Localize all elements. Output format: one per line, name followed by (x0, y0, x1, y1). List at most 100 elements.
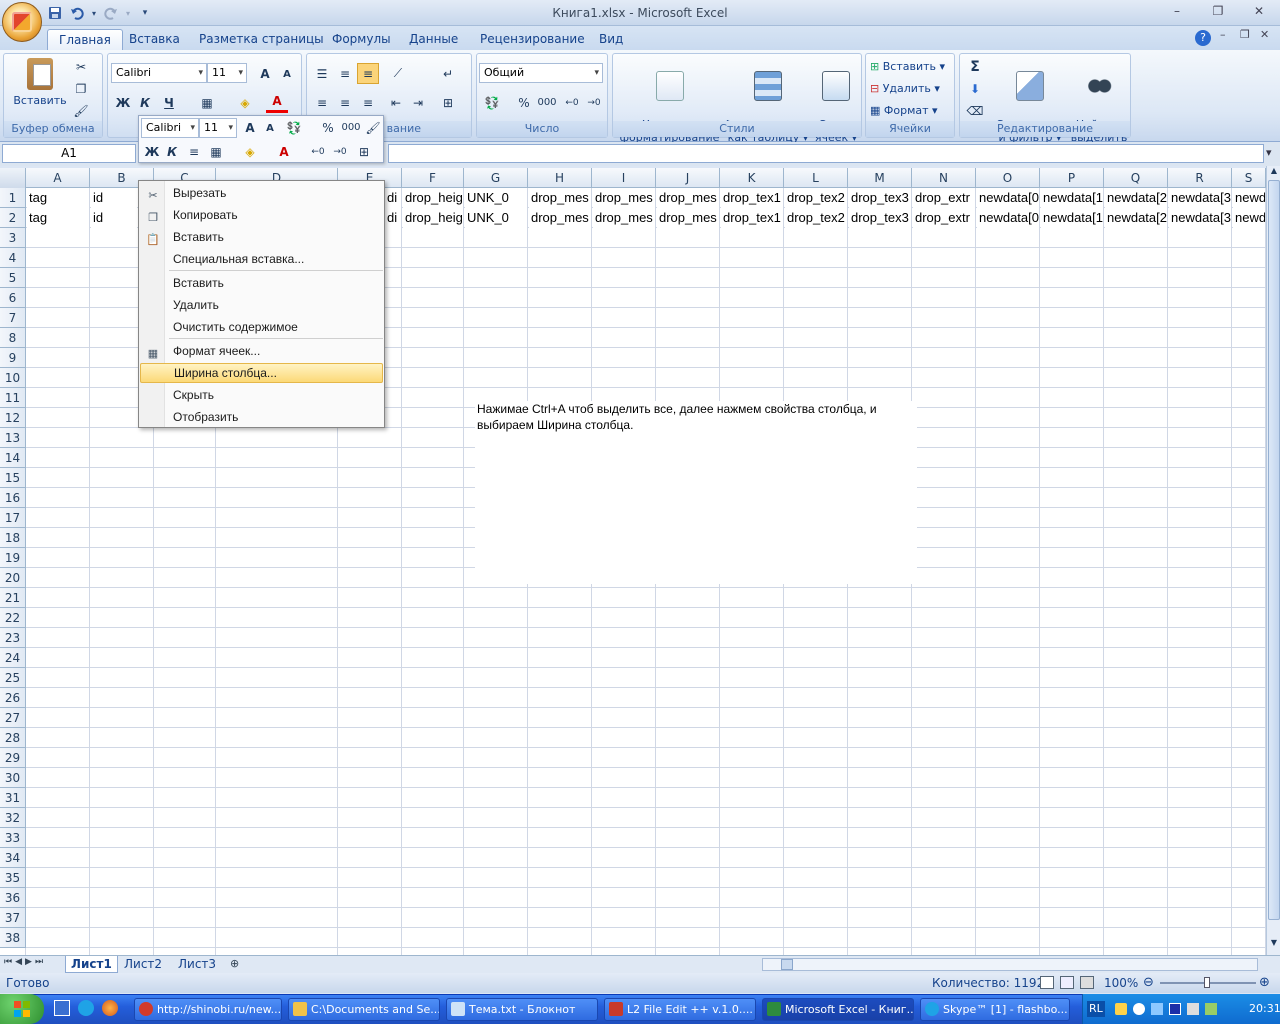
row-header[interactable]: 15 (0, 468, 26, 488)
taskbar-item-explorer[interactable]: C:\Documents and Se... (288, 998, 440, 1021)
scroll-down-icon[interactable]: ▼ (1268, 938, 1280, 952)
menu-item-paste-special[interactable]: Специальная вставка... (140, 249, 383, 269)
undo-dropdown-icon[interactable]: ▾ (90, 5, 98, 21)
quicklaunch-desktop-icon[interactable] (54, 1000, 70, 1016)
format-painter-icon[interactable]: 🖌 (70, 100, 92, 121)
page-layout-view-icon[interactable] (1060, 976, 1074, 989)
column-header[interactable]: F (402, 168, 464, 188)
menu-item-insert[interactable]: Вставить (140, 273, 383, 293)
column-header[interactable]: G (464, 168, 528, 188)
row-header[interactable]: 28 (0, 728, 26, 748)
cell-G2[interactable]: UNK_0 (465, 208, 527, 228)
align-center-icon[interactable]: ≡ (334, 92, 356, 113)
zoom-thumb[interactable] (1204, 977, 1210, 988)
menu-item-paste[interactable]: 📋 Вставить (140, 227, 383, 247)
row-header[interactable]: 12 (0, 408, 26, 428)
column-header[interactable]: K (720, 168, 784, 188)
taskbar-item-browser[interactable]: http://shinobi.ru/new... (134, 998, 282, 1021)
row-header[interactable]: 29 (0, 748, 26, 768)
ribbon-restore-icon[interactable]: ❐ (1240, 28, 1250, 41)
zoom-out-icon[interactable]: ⊖ (1143, 973, 1154, 993)
autosum-button[interactable]: Σ (964, 56, 986, 77)
row-header[interactable]: 31 (0, 788, 26, 808)
mini-center-icon[interactable]: ≡ (183, 141, 205, 162)
tray-app-icon[interactable] (1115, 1003, 1127, 1015)
font-color-button[interactable]: A (266, 92, 288, 113)
row-header[interactable]: 9 (0, 348, 26, 368)
column-header[interactable]: J (656, 168, 720, 188)
cell-H2[interactable]: drop_mes (529, 208, 591, 228)
mini-grow-font-icon[interactable]: A (239, 117, 261, 138)
row-header[interactable]: 19 (0, 548, 26, 568)
row-header[interactable]: 26 (0, 688, 26, 708)
fill-icon[interactable]: ⬇ (964, 78, 986, 99)
menu-item-column-width[interactable]: Ширина столбца... (140, 363, 383, 383)
cell-F2[interactable]: drop_heig (403, 208, 463, 228)
cell-E2[interactable]: di (385, 208, 401, 228)
cell-J2[interactable]: drop_mes (657, 208, 719, 228)
cell-S2[interactable]: newd (1233, 208, 1265, 228)
cell-M1[interactable]: drop_tex3 (849, 188, 911, 208)
row-header[interactable]: 10 (0, 368, 26, 388)
row-header[interactable]: 13 (0, 428, 26, 448)
row-header[interactable]: 8 (0, 328, 26, 348)
zoom-in-icon[interactable]: ⊕ (1259, 973, 1270, 993)
mini-accounting-icon[interactable]: 💱 (283, 117, 305, 138)
column-header[interactable]: L (784, 168, 848, 188)
ribbon-minimize-icon[interactable]: – (1220, 28, 1226, 41)
increase-indent-icon[interactable]: ⇥ (407, 92, 429, 113)
tab-review[interactable]: Рецензирование (469, 29, 596, 50)
row-header[interactable]: 20 (0, 568, 26, 588)
row-header[interactable]: 36 (0, 888, 26, 908)
redo-icon[interactable] (102, 5, 120, 21)
mini-merge-icon[interactable]: ⊞ (353, 141, 375, 162)
delete-cells-button[interactable]: ⊟ Удалить ▾ (870, 82, 940, 95)
cell-I2[interactable]: drop_mes (593, 208, 655, 228)
column-header[interactable]: R (1168, 168, 1232, 188)
tab-formulas[interactable]: Формулы (321, 29, 402, 50)
name-box[interactable]: A1 (2, 144, 136, 163)
decrease-decimal-icon[interactable]: →0 (583, 92, 605, 113)
cell-I1[interactable]: drop_mes (593, 188, 655, 208)
borders-icon[interactable]: ▦ (196, 92, 218, 113)
row-header[interactable]: 18 (0, 528, 26, 548)
font-name-select[interactable]: Calibri (111, 63, 207, 83)
page-break-view-icon[interactable] (1080, 976, 1094, 989)
cell-K2[interactable]: drop_tex1 (721, 208, 783, 228)
mini-italic-button[interactable]: К (161, 141, 183, 162)
fill-color-icon[interactable]: ◈ (234, 92, 256, 113)
mini-comma-button[interactable]: 000 (340, 117, 362, 138)
insert-sheet-icon[interactable]: ⊕ (230, 957, 239, 970)
accounting-format-icon[interactable]: 💱 (481, 92, 503, 113)
align-middle-icon[interactable]: ≡ (334, 63, 356, 84)
mini-format-painter-icon[interactable]: 🖌 (362, 117, 384, 138)
cell-O1[interactable]: newdata[0 (977, 188, 1039, 208)
row-header[interactable]: 24 (0, 648, 26, 668)
clear-icon[interactable]: ⌫ (964, 100, 986, 121)
cell-K1[interactable]: drop_tex1 (721, 188, 783, 208)
cell-L1[interactable]: drop_tex2 (785, 188, 847, 208)
mini-font-select[interactable]: Calibri (141, 118, 199, 138)
taskbar-item-notepad[interactable]: Тема.txt - Блокнот (446, 998, 598, 1021)
font-size-select[interactable]: 11 (207, 63, 247, 83)
align-right-icon[interactable]: ≡ (357, 92, 379, 113)
vertical-scrollbar[interactable]: ▲ ▼ (1266, 166, 1280, 955)
tab-page-layout[interactable]: Разметка страницы (188, 29, 335, 50)
row-header[interactable]: 23 (0, 628, 26, 648)
column-header[interactable]: O (976, 168, 1040, 188)
column-header[interactable]: P (1040, 168, 1104, 188)
column-header[interactable]: I (592, 168, 656, 188)
number-format-select[interactable]: Общий (479, 63, 603, 83)
cell-S1[interactable]: newd (1233, 188, 1265, 208)
row-header[interactable]: 6 (0, 288, 26, 308)
row-header[interactable]: 2 (0, 208, 26, 228)
mini-fill-color-icon[interactable]: ◈ (239, 141, 261, 162)
column-header[interactable]: N (912, 168, 976, 188)
underline-button[interactable]: Ч (158, 92, 180, 113)
italic-button[interactable]: К (134, 92, 156, 113)
cell-J1[interactable]: drop_mes (657, 188, 719, 208)
wrap-text-icon[interactable]: ↵ (437, 63, 459, 84)
tray-connection-icon[interactable] (1205, 1003, 1217, 1015)
row-header[interactable]: 7 (0, 308, 26, 328)
column-header[interactable]: A (26, 168, 90, 188)
